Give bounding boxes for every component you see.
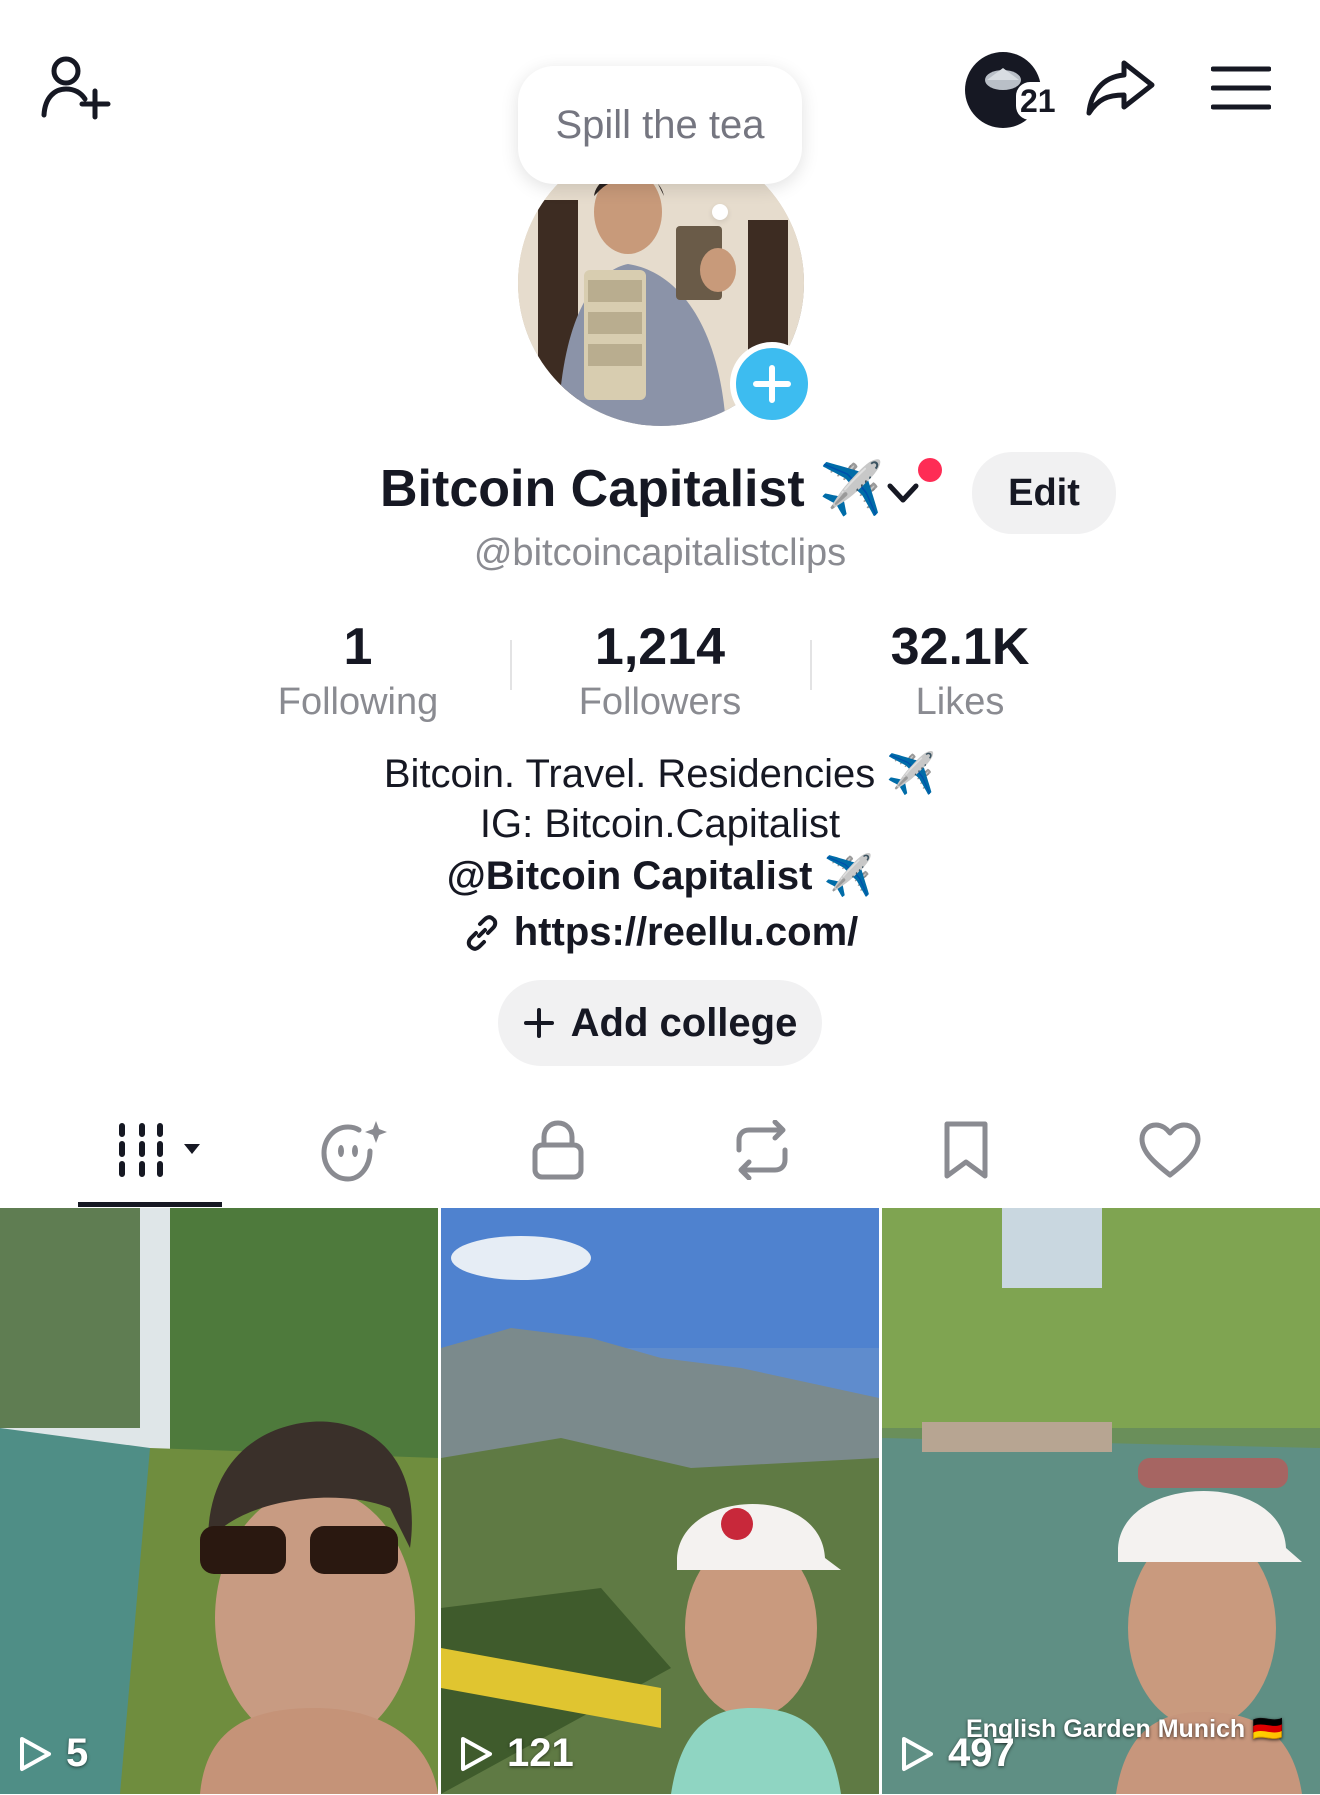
tab-saved[interactable] bbox=[886, 1110, 1046, 1190]
play-icon bbox=[902, 1736, 933, 1771]
link-icon bbox=[466, 914, 497, 951]
plus-icon bbox=[753, 365, 791, 403]
heart-icon bbox=[1139, 1122, 1201, 1178]
tab-videos[interactable] bbox=[70, 1110, 230, 1190]
add-college-label: Add college bbox=[570, 1000, 798, 1045]
add-friend-button[interactable] bbox=[36, 48, 116, 128]
view-count-value: 121 bbox=[507, 1731, 574, 1775]
view-count: 5 bbox=[18, 1731, 88, 1776]
view-count: 497 bbox=[900, 1731, 1015, 1776]
repost-icon bbox=[736, 1120, 788, 1180]
play-icon bbox=[461, 1736, 492, 1771]
active-tab-indicator bbox=[78, 1202, 222, 1207]
hamburger-menu-icon bbox=[1211, 66, 1271, 110]
bio-mention[interactable]: @Bitcoin Capitalist ✈️ bbox=[0, 852, 1320, 899]
add-person-icon bbox=[41, 56, 111, 120]
bio-link[interactable]: https://reellu.com/ bbox=[514, 910, 859, 955]
bookmark-icon bbox=[944, 1121, 988, 1179]
sparkle-face-icon bbox=[321, 1121, 387, 1182]
video-thumbnail[interactable]: 5 bbox=[0, 1208, 438, 1794]
bio-link-row[interactable]: https://reellu.com/ bbox=[0, 910, 1320, 955]
view-count: 121 bbox=[459, 1731, 574, 1776]
share-arrow-icon bbox=[1086, 60, 1155, 116]
note-bubble-text: Spill the tea bbox=[555, 102, 765, 147]
username: @bitcoincapitalistclips bbox=[473, 532, 847, 574]
bio-line: IG: Bitcoin.Capitalist bbox=[479, 802, 841, 846]
video-thumbnail-image bbox=[441, 1208, 879, 1794]
add-college-button[interactable]: Add college bbox=[498, 980, 822, 1066]
add-story-button[interactable] bbox=[730, 342, 814, 426]
stat-divider bbox=[510, 640, 512, 690]
video-thumbnail[interactable]: English Garden Munich 🇩🇪 497 bbox=[882, 1208, 1320, 1794]
stat-followers[interactable]: 1,214 Followers bbox=[530, 614, 790, 724]
video-thumbnail-image bbox=[882, 1208, 1320, 1794]
stat-likes[interactable]: 32.1K Likes bbox=[830, 614, 1090, 724]
account-switch-chevron[interactable] bbox=[886, 476, 920, 510]
play-icon bbox=[20, 1736, 51, 1771]
stat-following[interactable]: 1 Following bbox=[228, 614, 488, 724]
videos-grid-icon bbox=[119, 1123, 200, 1177]
stat-divider bbox=[810, 640, 812, 690]
following-label: Following bbox=[277, 681, 439, 723]
plus-icon bbox=[523, 1008, 554, 1038]
view-count-value: 497 bbox=[948, 1731, 1015, 1775]
story-count-badge: 21 bbox=[1016, 82, 1060, 120]
followers-label: Followers bbox=[578, 681, 742, 723]
edit-profile-button[interactable]: Edit bbox=[972, 452, 1116, 534]
video-thumbnail[interactable]: 121 bbox=[441, 1208, 879, 1794]
tab-ai-reposts[interactable] bbox=[274, 1110, 434, 1190]
bubble-tail-dot bbox=[712, 204, 728, 220]
menu-button[interactable] bbox=[1206, 58, 1276, 118]
followers-count: 1,214 bbox=[594, 618, 726, 676]
video-thumbnail-image bbox=[0, 1208, 438, 1794]
tab-private[interactable] bbox=[478, 1110, 638, 1190]
chevron-down-icon bbox=[887, 483, 919, 503]
likes-label: Likes bbox=[915, 681, 1005, 723]
display-name: Bitcoin Capitalist ✈️ bbox=[380, 460, 884, 518]
share-button[interactable] bbox=[1080, 52, 1160, 122]
note-bubble[interactable]: Spill the tea bbox=[518, 66, 802, 184]
likes-count: 32.1K bbox=[890, 618, 1030, 676]
view-count-value: 5 bbox=[66, 1731, 89, 1775]
tab-liked[interactable] bbox=[1090, 1110, 1250, 1190]
lock-icon bbox=[532, 1120, 584, 1180]
notification-dot bbox=[918, 458, 942, 482]
bio-line: Bitcoin. Travel. Residencies ✈️ bbox=[383, 752, 937, 796]
tab-reposts[interactable] bbox=[682, 1110, 842, 1190]
following-count: 1 bbox=[343, 618, 373, 676]
